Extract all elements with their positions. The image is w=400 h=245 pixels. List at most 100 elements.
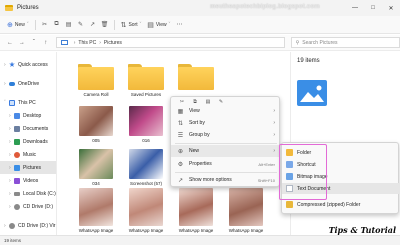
sidebar-item-videos[interactable]: › Videos bbox=[0, 174, 56, 187]
menu-item-label: Group by bbox=[189, 132, 210, 138]
sidebar-item-documents[interactable]: › Documents bbox=[0, 122, 56, 135]
sidebar-item-cd-drive-vir[interactable]: › CD Drive (D:) Vir bbox=[0, 219, 56, 232]
plus-icon: ⊕ bbox=[7, 21, 13, 29]
sidebar-item-desktop[interactable]: › Desktop bbox=[0, 109, 56, 122]
paste-icon[interactable]: ▤ bbox=[63, 18, 75, 32]
sidebar-item-label: Videos bbox=[23, 177, 39, 184]
rename-icon[interactable]: ✎ bbox=[218, 99, 224, 105]
sidebar-item-label: Music bbox=[23, 151, 37, 158]
sidebar-item-this-pc[interactable]: ˇ This PC bbox=[0, 96, 56, 109]
photo-thumbnail bbox=[129, 106, 163, 136]
item-label: Camera Roll bbox=[83, 92, 109, 97]
share-icon[interactable]: ↗ bbox=[87, 18, 99, 32]
chevron-right-icon: › bbox=[99, 39, 101, 46]
item-label: WhatsApp Image bbox=[128, 228, 164, 233]
shortcut-label: Shift+F10 bbox=[257, 177, 275, 183]
view-button-label: View bbox=[155, 21, 167, 28]
item-label: 016 bbox=[142, 138, 150, 143]
disc-icon bbox=[9, 222, 15, 229]
new-icon: ⊕ bbox=[177, 148, 184, 155]
list-item[interactable]: Saved Pictures bbox=[124, 64, 168, 97]
sidebar-item-label: CD Drive (D:) Vir bbox=[18, 222, 56, 229]
list-item[interactable]: WhatsApp Image bbox=[74, 188, 118, 233]
photo-thumbnail bbox=[179, 188, 213, 226]
list-item[interactable]: Screenshot (57) bbox=[124, 149, 168, 186]
recent-locations-icon[interactable]: ˇ bbox=[28, 37, 40, 49]
address-bar[interactable]: › This PC › Pictures bbox=[55, 37, 285, 48]
drive-icon bbox=[14, 191, 20, 196]
search-placeholder: Search Pictures bbox=[302, 39, 338, 46]
sidebar-item-label: Pictures bbox=[23, 164, 42, 171]
sidebar-item-pictures[interactable]: › Pictures bbox=[0, 161, 56, 174]
item-label: 034 bbox=[92, 181, 100, 186]
window-title: Pictures bbox=[17, 5, 39, 11]
music-icon bbox=[14, 151, 20, 158]
cloud-icon bbox=[9, 81, 15, 86]
paste-icon[interactable]: ▤ bbox=[205, 99, 211, 105]
more-icon[interactable]: ⋯ bbox=[173, 18, 185, 32]
list-item[interactable] bbox=[174, 64, 218, 92]
sort-icon: ⇅ bbox=[177, 120, 184, 127]
rename-icon[interactable]: ✎ bbox=[75, 18, 87, 32]
maximize-icon[interactable]: □ bbox=[364, 0, 382, 16]
sort-icon: ⇅ bbox=[120, 21, 127, 29]
forward-icon[interactable]: → bbox=[16, 37, 28, 49]
copy-icon[interactable]: ⧉ bbox=[51, 18, 63, 32]
cut-icon[interactable]: ✂ bbox=[39, 18, 51, 32]
pictures-icon bbox=[14, 164, 20, 171]
photo-thumbnail bbox=[79, 106, 113, 136]
list-item[interactable]: Camera Roll bbox=[74, 64, 118, 97]
chevron-right-icon: › bbox=[273, 132, 275, 138]
menu-item-show-more-options[interactable]: ↗ Show more options Shift+F10 bbox=[171, 174, 281, 186]
chevron-right-icon: › bbox=[73, 39, 76, 46]
delete-icon[interactable]: 🗑 bbox=[99, 18, 111, 32]
list-item[interactable]: 016 bbox=[124, 106, 168, 143]
menu-item-new[interactable]: ⊕ New › bbox=[171, 145, 281, 157]
chevron-right-icon: › bbox=[273, 148, 275, 154]
list-item[interactable]: WhatsApp Image bbox=[174, 188, 218, 233]
sidebar-item-label: Quick access bbox=[18, 61, 48, 68]
cut-icon[interactable]: ✂ bbox=[179, 99, 185, 105]
sidebar-item-label: CD Drive (D:) bbox=[23, 203, 53, 210]
sidebar-item-cd-drive[interactable]: › CD Drive (D:) bbox=[0, 200, 56, 213]
sidebar-item-label: This PC bbox=[18, 99, 36, 106]
list-item[interactable]: WhatsApp Image bbox=[224, 188, 268, 233]
sidebar-item-downloads[interactable]: › Downloads bbox=[0, 135, 56, 148]
item-label: WhatsApp Image bbox=[78, 228, 114, 233]
photo-thumbnail bbox=[129, 188, 163, 226]
status-bar: 19 items bbox=[0, 235, 400, 245]
context-menu: ✂ ⧉ ▤ ✎ ▦ View › ⇅ Sort by › ☰ Group by … bbox=[170, 96, 281, 187]
chevron-down-icon: ˇ bbox=[168, 21, 171, 28]
sidebar-item-onedrive[interactable]: › OneDrive bbox=[0, 77, 56, 90]
menu-item-group-by[interactable]: ☰ Group by › bbox=[171, 129, 281, 141]
title-bar: Pictures — □ ✕ bbox=[0, 0, 400, 16]
breadcrumb-pictures[interactable]: Pictures bbox=[104, 40, 122, 46]
up-icon[interactable]: ↑ bbox=[40, 37, 52, 49]
list-item[interactable]: WhatsApp Image bbox=[124, 188, 168, 233]
list-item[interactable]: 034 bbox=[74, 149, 118, 186]
chevron-right-icon: › bbox=[273, 120, 275, 126]
back-icon[interactable]: ← bbox=[4, 37, 16, 49]
sidebar-item-local-disk[interactable]: › Local Disk (C:) bbox=[0, 187, 56, 200]
list-item[interactable]: 005 bbox=[74, 106, 118, 143]
menu-item-properties[interactable]: ⚙ Properties Alt+Enter bbox=[171, 158, 281, 170]
group-icon: ☰ bbox=[177, 132, 184, 139]
sort-button[interactable]: ⇅ Sort ˇ bbox=[118, 18, 145, 32]
menu-item-view[interactable]: ▦ View › bbox=[171, 105, 281, 117]
search-input[interactable]: ⚲ Search Pictures bbox=[290, 37, 400, 48]
view-button[interactable]: ▤ View ˇ bbox=[144, 18, 173, 32]
address-row: ← → ˇ ↑ › This PC › Pictures ⚲ Search Pi… bbox=[0, 35, 400, 51]
sidebar-item-label: Local Disk (C:) bbox=[23, 190, 56, 197]
chevron-right-icon: › bbox=[273, 108, 275, 114]
sort-button-label: Sort bbox=[128, 21, 138, 28]
close-icon[interactable]: ✕ bbox=[382, 0, 400, 16]
menu-item-sort-by[interactable]: ⇅ Sort by › bbox=[171, 117, 281, 129]
submenu-item-compressed-folder[interactable]: Compressed (zipped) Folder bbox=[282, 199, 400, 210]
sidebar-item-music[interactable]: › Music bbox=[0, 148, 56, 161]
minimize-icon[interactable]: — bbox=[346, 0, 364, 16]
new-button[interactable]: ⊕ New ˇ bbox=[4, 18, 32, 32]
breadcrumb-this-pc[interactable]: This PC bbox=[78, 40, 96, 46]
pictures-icon bbox=[297, 80, 327, 106]
copy-icon[interactable]: ⧉ bbox=[192, 99, 198, 105]
sidebar-item-quick-access[interactable]: › Quick access bbox=[0, 58, 56, 71]
